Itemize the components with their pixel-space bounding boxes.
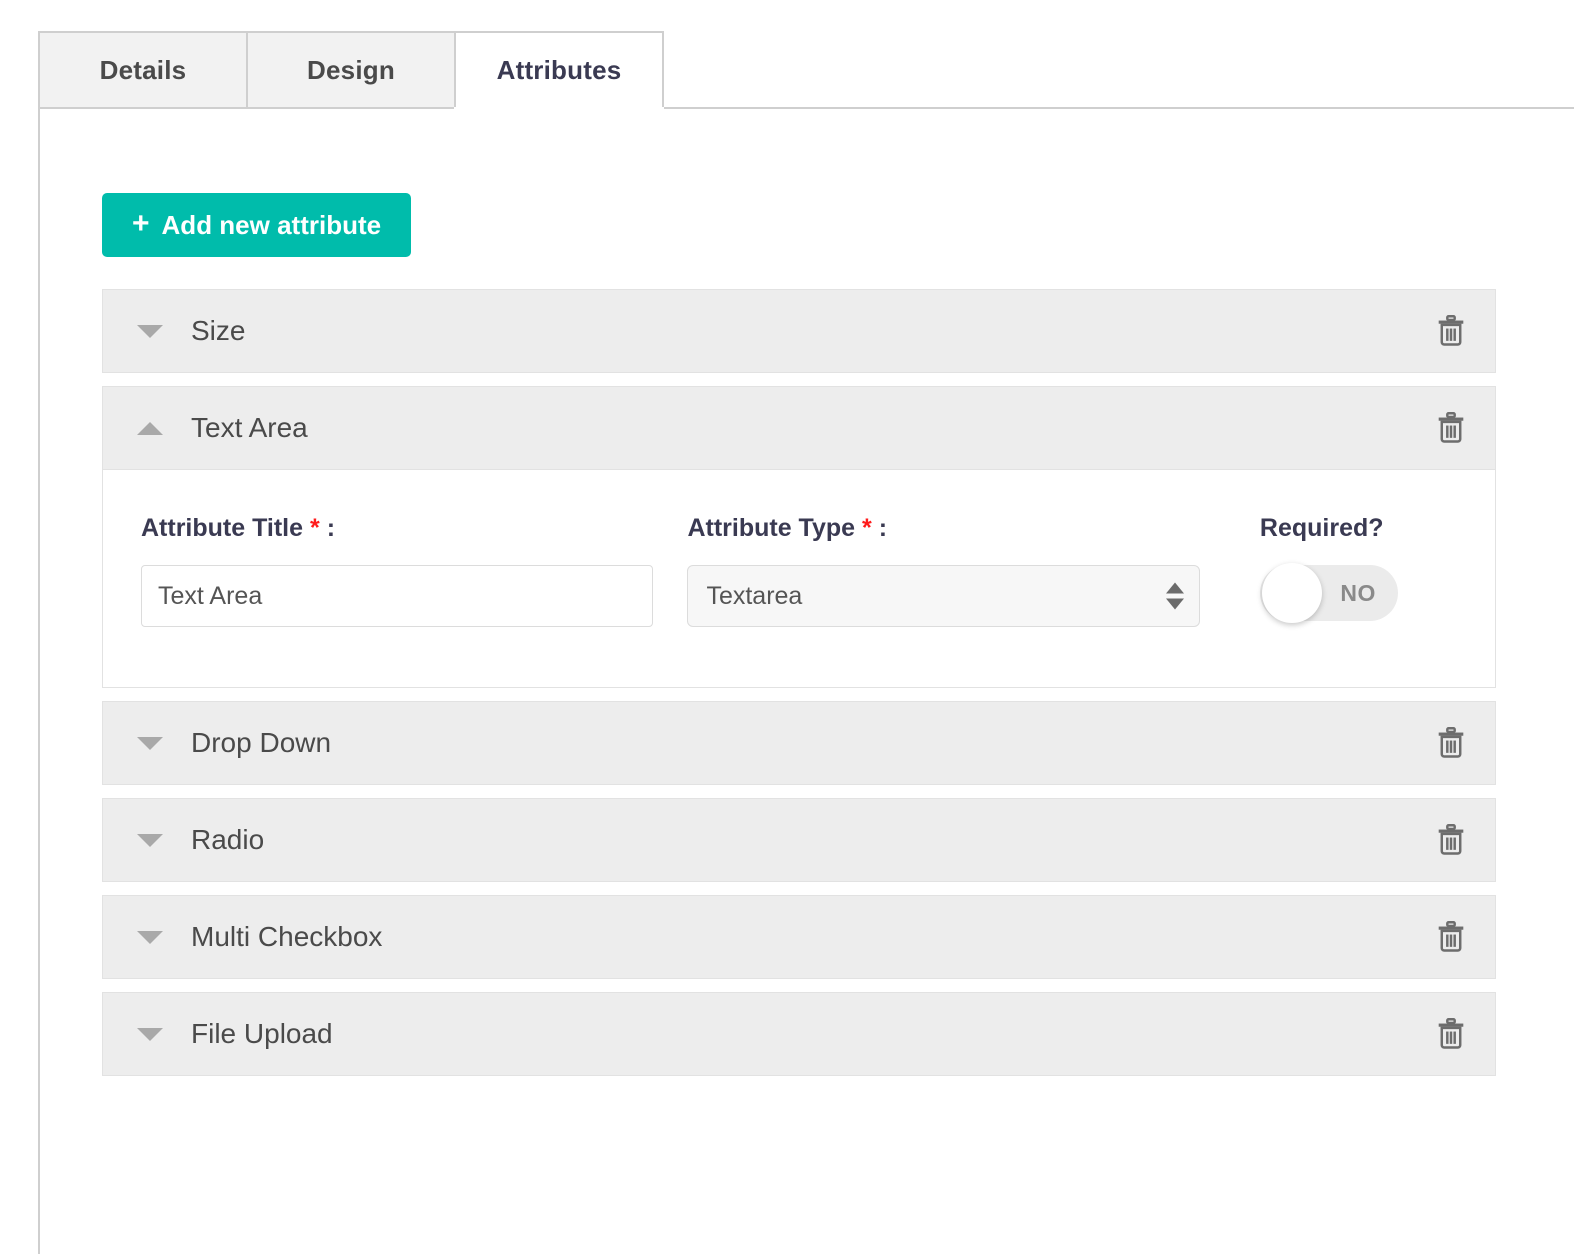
attribute-type-select-wrap: Textarea (687, 565, 1199, 627)
delete-attribute-button[interactable] (1429, 721, 1473, 765)
tab-bar-filler (662, 33, 1574, 109)
attribute-panel-drop-down: Drop Down (102, 701, 1496, 785)
attribute-title-label: Attribute Title * : (141, 514, 653, 543)
required-asterisk-icon: * (862, 514, 872, 542)
attribute-header-radio[interactable]: Radio (102, 798, 1496, 882)
attributes-accordion: Size (102, 289, 1496, 1089)
attribute-title-label-colon: : (327, 514, 335, 542)
toggle-state-label: NO (1340, 580, 1376, 607)
attribute-required-toggle[interactable]: NO (1260, 565, 1398, 621)
attribute-title-radio: Radio (191, 824, 1429, 856)
attribute-type-field-group: Attribute Type * : Textarea (687, 514, 1199, 627)
plus-icon: + (132, 209, 150, 239)
attribute-title-field-group: Attribute Title * : (141, 514, 653, 627)
attribute-type-select[interactable]: Textarea (687, 565, 1199, 627)
attribute-type-label-colon: : (879, 514, 887, 542)
attribute-panel-size: Size (102, 289, 1496, 373)
delete-attribute-button[interactable] (1429, 406, 1473, 450)
attribute-header-size[interactable]: Size (102, 289, 1496, 373)
attribute-header-drop-down[interactable]: Drop Down (102, 701, 1496, 785)
trash-icon (1436, 315, 1466, 347)
attributes-page: Details Design Attributes + Add new attr… (0, 0, 1574, 1254)
trash-icon (1436, 727, 1466, 759)
delete-attribute-button[interactable] (1429, 818, 1473, 862)
attribute-body-text-area: Attribute Title * : Attribute Type * : (102, 470, 1496, 688)
attribute-type-selected-value: Textarea (706, 582, 802, 611)
attribute-title-input[interactable] (141, 565, 653, 627)
attribute-title-text-area: Text Area (191, 412, 1429, 444)
attribute-title-size: Size (191, 315, 1429, 347)
tab-panel-attributes: + Add new attribute Size (38, 109, 1574, 1254)
trash-icon (1436, 1018, 1466, 1050)
add-new-attribute-label: Add new attribute (162, 210, 382, 241)
chevron-down-icon (137, 1028, 163, 1041)
attribute-required-label: Required? (1260, 514, 1457, 543)
attribute-type-label-text: Attribute Type (687, 514, 855, 542)
attribute-form-row: Attribute Title * : Attribute Type * : (141, 514, 1457, 627)
chevron-down-icon (137, 931, 163, 944)
attribute-title-label-text: Attribute Title (141, 514, 303, 542)
delete-attribute-button[interactable] (1429, 1012, 1473, 1056)
attribute-header-file-upload[interactable]: File Upload (102, 992, 1496, 1076)
tab-details[interactable]: Details (38, 31, 248, 107)
tab-details-label: Details (100, 55, 187, 86)
attribute-header-text-area[interactable]: Text Area (102, 386, 1496, 470)
attribute-panel-text-area: Text Area (102, 386, 1496, 688)
attribute-required-field-group: Required? NO (1260, 514, 1457, 621)
toggle-knob (1262, 563, 1322, 623)
chevron-down-icon (137, 325, 163, 338)
delete-attribute-button[interactable] (1429, 915, 1473, 959)
attribute-panel-radio: Radio (102, 798, 1496, 882)
chevron-up-icon (137, 422, 163, 435)
tab-attributes[interactable]: Attributes (454, 31, 664, 107)
trash-icon (1436, 921, 1466, 953)
tab-design-label: Design (307, 55, 395, 86)
attribute-panel-multi-checkbox: Multi Checkbox (102, 895, 1496, 979)
delete-attribute-button[interactable] (1429, 309, 1473, 353)
trash-icon (1436, 412, 1466, 444)
add-new-attribute-button[interactable]: + Add new attribute (102, 193, 411, 257)
tab-design[interactable]: Design (246, 31, 456, 107)
tab-attributes-label: Attributes (497, 55, 622, 86)
attribute-title-drop-down: Drop Down (191, 727, 1429, 759)
attribute-type-label: Attribute Type * : (687, 514, 1199, 543)
trash-icon (1436, 824, 1466, 856)
chevron-down-icon (137, 737, 163, 750)
chevron-down-icon (137, 834, 163, 847)
attribute-title-multi-checkbox: Multi Checkbox (191, 921, 1429, 953)
attribute-panel-file-upload: File Upload (102, 992, 1496, 1076)
tab-bar: Details Design Attributes (38, 33, 1574, 109)
required-asterisk-icon: * (310, 514, 320, 542)
attribute-header-multi-checkbox[interactable]: Multi Checkbox (102, 895, 1496, 979)
attribute-title-file-upload: File Upload (191, 1018, 1429, 1050)
